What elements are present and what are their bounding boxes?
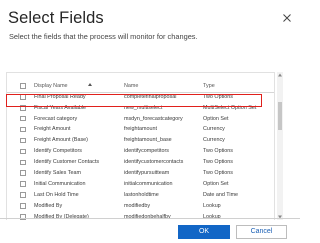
- dialog-subtitle: Select the fields that the process will …: [9, 32, 198, 41]
- footer-divider: [0, 218, 300, 219]
- table-row[interactable]: Identify Sales Team identifypursuitteam Tw…: [7, 168, 274, 178]
- cell-display-name: Forecast category: [34, 115, 78, 122]
- cell-name: lastonholdtime: [124, 191, 159, 198]
- cell-type: Lookup: [203, 213, 221, 220]
- cell-type: Lookup: [203, 202, 221, 209]
- cell-name: initialcommunication: [124, 180, 173, 187]
- table-row[interactable]: Modified By modifiedby Lookup: [7, 201, 274, 211]
- cell-display-name: Identify Sales Team: [34, 170, 81, 177]
- table-row[interactable]: Last On Hold Time lastonholdtime Date and …: [7, 190, 274, 200]
- close-icon: [283, 14, 291, 22]
- vertical-scrollbar[interactable]: [276, 72, 284, 220]
- close-button[interactable]: [283, 14, 291, 22]
- cell-type: Date and Time: [203, 191, 239, 198]
- scrollbar-thumb[interactable]: [278, 102, 282, 130]
- select-all-checkbox[interactable]: [20, 83, 26, 89]
- cell-display-name: Last On Hold Time: [34, 191, 79, 198]
- cell-display-name: Identify Competitors: [34, 148, 82, 155]
- cell-type: Currency: [203, 137, 225, 144]
- cell-name: identifycustomercontacts: [124, 159, 184, 166]
- cell-display-name: Initial Communication: [34, 180, 86, 187]
- row-checkbox[interactable]: [20, 148, 26, 155]
- sort-ascending-icon: [88, 83, 92, 87]
- scrollbar-track: [277, 72, 283, 220]
- cell-name: identifycompetitors: [124, 148, 169, 155]
- scroll-down-arrow-icon[interactable]: [277, 214, 283, 220]
- cell-type: Currency: [203, 126, 225, 133]
- row-checkbox[interactable]: [20, 159, 26, 166]
- ok-button[interactable]: OK: [178, 225, 230, 239]
- row-checkbox[interactable]: [20, 203, 26, 209]
- cell-display-name: Freight Amount: [34, 126, 71, 133]
- row-checkbox[interactable]: [20, 126, 26, 133]
- table-row[interactable]: Modified By (Delegate) modifiedonbehalfby…: [7, 212, 274, 220]
- highlight-box: [6, 94, 262, 107]
- cell-name: freightamount: [124, 126, 157, 133]
- scroll-up-arrow-icon[interactable]: [277, 72, 283, 78]
- cell-type: Two Options: [203, 170, 233, 177]
- dialog-title: Select Fields: [8, 9, 104, 27]
- cell-name: freightamount_base: [124, 137, 172, 144]
- row-checkbox[interactable]: [20, 115, 26, 122]
- table-row[interactable]: Freight Amount (Base) freightamount_base C…: [7, 136, 274, 146]
- column-header-type[interactable]: Type: [203, 83, 273, 89]
- table-row[interactable]: Initial Communication initialcommunicatio…: [7, 179, 274, 189]
- column-header-name[interactable]: Name: [124, 83, 199, 89]
- table-row[interactable]: Identify Competitors identifycompetitors T…: [7, 147, 274, 157]
- cell-name: msdyn_forecastcategory: [124, 115, 183, 122]
- cell-type: Option Set: [203, 180, 229, 187]
- table-row[interactable]: Freight Amount freightamount Currency: [7, 125, 274, 135]
- table-row[interactable]: Forecast category msdyn_forecastcategory O…: [7, 114, 274, 124]
- cell-name: identifypursuitteam: [124, 170, 170, 177]
- cell-type: Two Options: [203, 148, 233, 155]
- row-checkbox[interactable]: [20, 137, 26, 144]
- cancel-button[interactable]: Cancel: [236, 225, 287, 239]
- cell-name: modifiedby: [124, 202, 151, 209]
- grid-header-row: Display Name Name Type: [7, 81, 274, 91]
- cell-display-name: Modified By: [34, 202, 63, 209]
- table-row[interactable]: Identify Customer Contacts identifycustom…: [7, 157, 274, 167]
- cell-type: Two Options: [203, 159, 233, 166]
- row-checkbox[interactable]: [20, 181, 26, 187]
- cell-type: Option Set: [203, 115, 229, 122]
- cell-display-name: Modified By (Delegate): [34, 213, 89, 220]
- row-checkbox[interactable]: [20, 192, 26, 198]
- cell-name: modifiedonbehalfby: [124, 213, 171, 220]
- cell-display-name: Identify Customer Contacts: [34, 159, 100, 166]
- cell-display-name: Freight Amount (Base): [34, 137, 88, 144]
- row-checkbox[interactable]: [20, 170, 26, 176]
- row-checkbox[interactable]: [20, 214, 26, 220]
- column-header-display-name[interactable]: Display Name: [34, 83, 122, 89]
